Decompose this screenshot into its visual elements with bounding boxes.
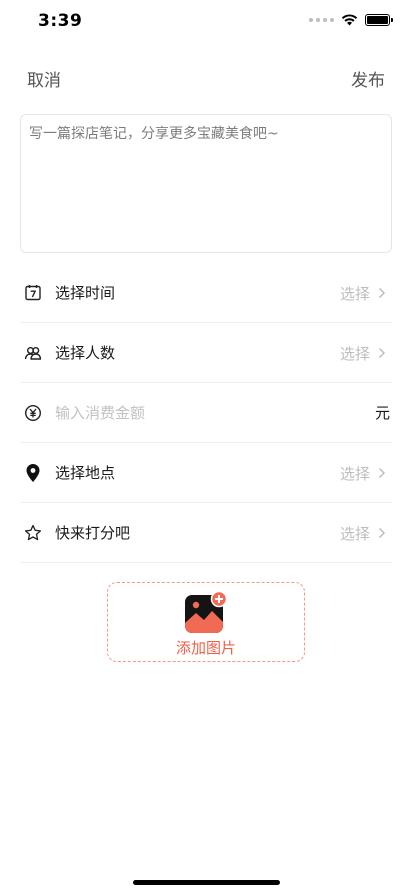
select-time-action-text: 选择 (339, 284, 370, 303)
star-icon (21, 521, 45, 545)
cancel-button[interactable]: 取消 (27, 66, 61, 91)
yen-icon (21, 401, 45, 425)
note-textarea[interactable] (21, 115, 391, 252)
chevron-right-icon (378, 287, 386, 299)
add-image-icon (185, 591, 227, 633)
calendar-icon (21, 281, 45, 305)
publish-button[interactable]: 发布 (351, 66, 385, 91)
status-bar: 3:39 (0, 0, 412, 46)
amount-unit: 元 (374, 404, 390, 422)
select-location-action[interactable]: 选择 (340, 443, 386, 503)
select-time-action[interactable]: 选择 (340, 263, 386, 323)
select-location-row[interactable]: 选择地点 选择 (20, 443, 392, 503)
battery-icon (365, 14, 393, 26)
wifi-icon (341, 14, 358, 26)
home-indicator[interactable] (133, 880, 280, 885)
form-list: 选择时间 选择 选择人数 选择 元 (20, 263, 392, 563)
people-icon (21, 341, 45, 365)
select-location-label: 选择地点 (55, 464, 116, 482)
location-pin-icon (21, 461, 45, 485)
add-image-label: 添加图片 (175, 639, 236, 657)
select-people-label: 选择人数 (55, 344, 116, 362)
select-time-label: 选择时间 (55, 284, 116, 302)
chevron-right-icon (378, 347, 386, 359)
note-editor (20, 114, 392, 253)
select-location-action-text: 选择 (339, 464, 370, 483)
add-image-button[interactable]: 添加图片 (107, 582, 305, 662)
rating-label: 快来打分吧 (55, 524, 131, 542)
signal-dots-icon (309, 18, 334, 22)
rating-row[interactable]: 快来打分吧 选择 (20, 503, 392, 563)
rating-action[interactable]: 选择 (340, 503, 386, 563)
select-people-action-text: 选择 (339, 344, 370, 363)
chevron-right-icon (378, 467, 386, 479)
amount-input[interactable] (55, 403, 375, 422)
chevron-right-icon (378, 527, 386, 539)
select-time-row[interactable]: 选择时间 选择 (20, 263, 392, 323)
amount-row: 元 (20, 383, 392, 443)
nav-bar: 取消 发布 (0, 58, 412, 98)
status-icons (309, 14, 393, 26)
status-time: 3:39 (38, 11, 83, 31)
rating-action-text: 选择 (339, 524, 370, 543)
select-people-row[interactable]: 选择人数 选择 (20, 323, 392, 383)
select-people-action[interactable]: 选择 (340, 323, 386, 383)
